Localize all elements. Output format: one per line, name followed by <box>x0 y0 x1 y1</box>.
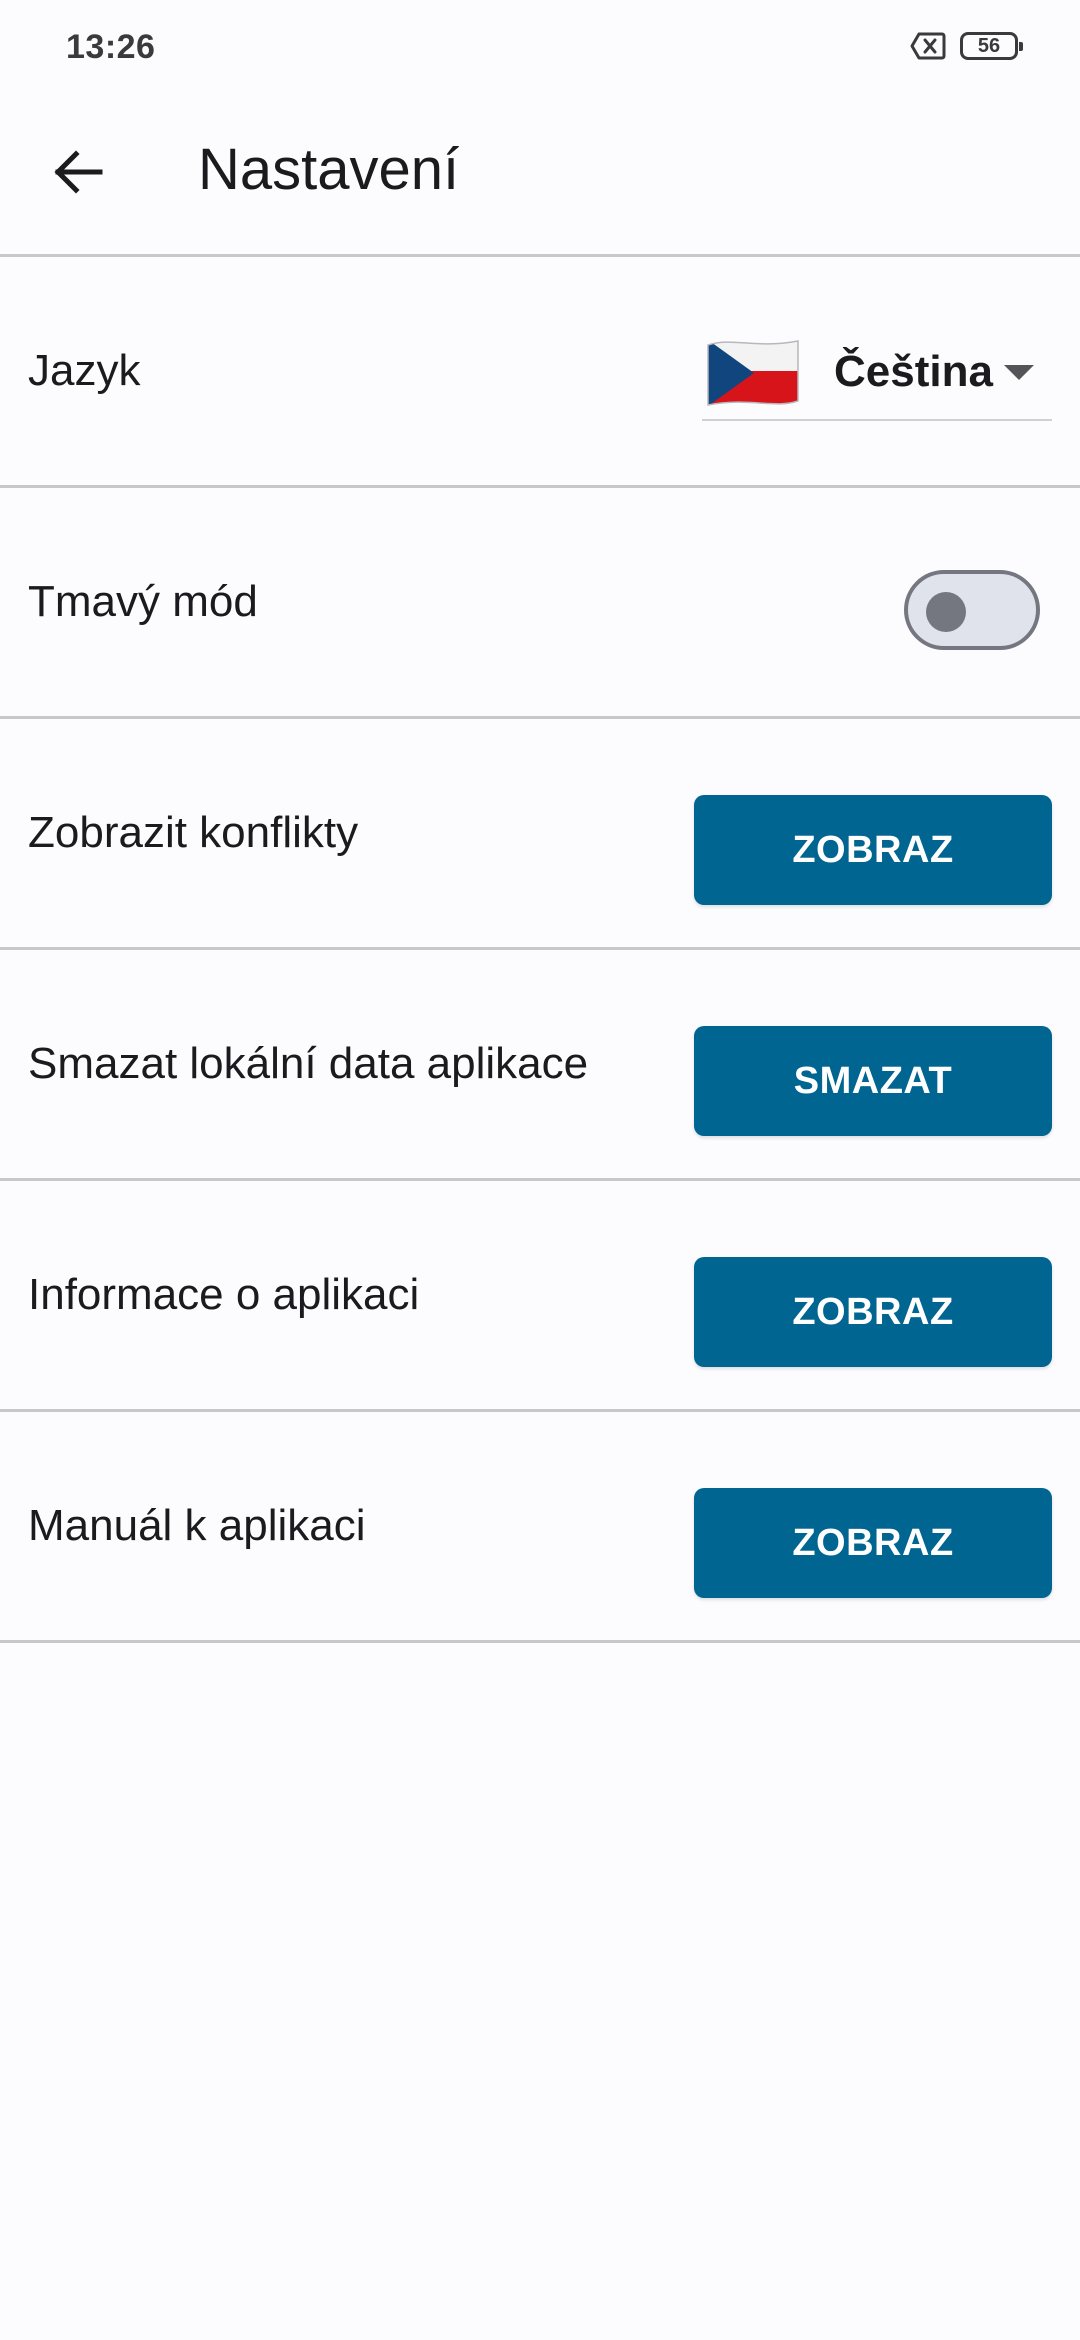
show-manual-button[interactable]: ZOBRAZ <box>694 1488 1052 1598</box>
language-label: Jazyk <box>28 346 141 395</box>
status-bar: 13:26 56 <box>0 0 1080 100</box>
clear-data-label: Smazat lokální data aplikace <box>28 1039 589 1088</box>
manual-label: Manuál k aplikaci <box>28 1501 366 1550</box>
dropdown-arrow-icon <box>1004 365 1034 380</box>
battery-icon: 56 <box>960 32 1023 60</box>
no-sim-icon <box>910 32 946 60</box>
status-time: 13:26 <box>66 28 156 66</box>
back-button[interactable] <box>28 122 128 222</box>
show-conflicts-button[interactable]: ZOBRAZ <box>694 795 1052 905</box>
language-row: Jazyk Čeština <box>0 257 1080 485</box>
show-app-info-button[interactable]: ZOBRAZ <box>694 1257 1052 1367</box>
conflicts-row: Zobrazit konflikty ZOBRAZ <box>0 719 1080 947</box>
status-icons: 56 <box>910 32 1023 60</box>
conflicts-label: Zobrazit konflikty <box>28 808 359 857</box>
toggle-thumb <box>926 592 966 632</box>
battery-level: 56 <box>977 34 1001 57</box>
manual-row: Manuál k aplikaci ZOBRAZ <box>0 1412 1080 1640</box>
settings-screen: 13:26 56 Nastavení Jazyk Čeština Tmavý m… <box>0 0 1080 2340</box>
dark-mode-label: Tmavý mód <box>28 577 258 626</box>
czech-flag-icon <box>707 340 799 406</box>
divider <box>0 1640 1080 1643</box>
app-info-label: Informace o aplikaci <box>28 1270 420 1319</box>
app-bar: Nastavení <box>0 100 1080 256</box>
language-selected-value: Čeština <box>834 347 993 396</box>
arrow-left-icon <box>54 150 103 194</box>
clear-data-row: Smazat lokální data aplikace SMAZAT <box>0 950 1080 1178</box>
clear-data-button[interactable]: SMAZAT <box>694 1026 1052 1136</box>
app-info-row: Informace o aplikaci ZOBRAZ <box>0 1181 1080 1409</box>
dark-mode-row: Tmavý mód <box>0 488 1080 716</box>
page-title: Nastavení <box>198 137 460 202</box>
language-dropdown[interactable]: Čeština <box>702 333 1052 421</box>
dark-mode-toggle[interactable] <box>904 570 1040 650</box>
